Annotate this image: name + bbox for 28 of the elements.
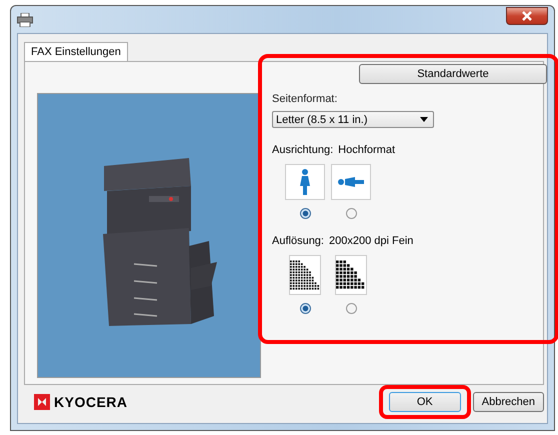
landscape-person-icon bbox=[338, 176, 364, 188]
resolution-value: 200x200 dpi Fein bbox=[328, 235, 414, 247]
dialog-button[interactable]: OK bbox=[388, 392, 461, 412]
portrait-person-icon bbox=[299, 169, 311, 195]
defaults-button[interactable]: Standardwerte bbox=[359, 64, 547, 84]
page-size-dropdown[interactable]: Letter (8.5 x 11 in.) bbox=[272, 111, 434, 128]
tab[interactable]: FAX Einstellungen bbox=[24, 42, 128, 62]
page-size-label: Seitenformat: bbox=[272, 93, 338, 105]
radio-button[interactable] bbox=[300, 303, 310, 314]
coarse-dots-icon bbox=[336, 258, 366, 292]
close-button[interactable] bbox=[506, 6, 548, 24]
radio-button[interactable] bbox=[346, 303, 356, 314]
orientation-value: Hochformat bbox=[338, 144, 396, 156]
dialog-button[interactable]: Abbrechen bbox=[472, 392, 544, 412]
radio-button[interactable] bbox=[300, 208, 310, 219]
fine-dots-icon bbox=[290, 258, 320, 292]
printer-icon bbox=[17, 12, 33, 26]
orientation-label: Ausrichtung: bbox=[272, 144, 334, 156]
orientation-option[interactable] bbox=[331, 164, 371, 200]
resolution-option[interactable] bbox=[335, 255, 367, 295]
close-icon bbox=[521, 10, 533, 20]
resolution-option[interactable] bbox=[289, 255, 321, 295]
caret-icon bbox=[420, 117, 428, 122]
radio-button[interactable] bbox=[346, 208, 356, 219]
resolution-label: Auflösung: bbox=[272, 235, 324, 247]
brand-logo-text: KYOCERA bbox=[54, 394, 128, 410]
logo-icon bbox=[34, 394, 50, 410]
orientation-option[interactable] bbox=[285, 164, 325, 200]
